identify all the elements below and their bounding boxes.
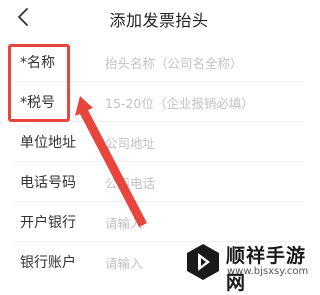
- phone-field-row: 电话号码: [0, 162, 318, 202]
- name-field-input[interactable]: [105, 53, 305, 73]
- bank-account-field-label: 银行账户: [20, 255, 76, 271]
- header-bar: 添加发票抬头: [0, 0, 318, 36]
- bank-field-input[interactable]: [105, 213, 305, 233]
- highlight-box: [8, 44, 70, 122]
- page-title: 添加发票抬头: [109, 11, 209, 30]
- phone-field-input[interactable]: [105, 173, 305, 193]
- phone-field-label: 电话号码: [20, 175, 76, 191]
- address-field-label: 单位地址: [20, 135, 76, 151]
- bank-field-label: 开户银行: [20, 215, 76, 231]
- watermark: 顺祥手游网 www.bjsxsy.com: [186, 238, 318, 294]
- bank-field-row: 开户银行: [0, 202, 318, 242]
- watermark-logo-icon: [187, 244, 219, 280]
- watermark-url: www.bjsxsy.com: [227, 266, 309, 277]
- address-field-input[interactable]: [105, 133, 305, 153]
- tax-number-field-input[interactable]: [105, 93, 305, 113]
- address-field-row: 单位地址: [0, 122, 318, 162]
